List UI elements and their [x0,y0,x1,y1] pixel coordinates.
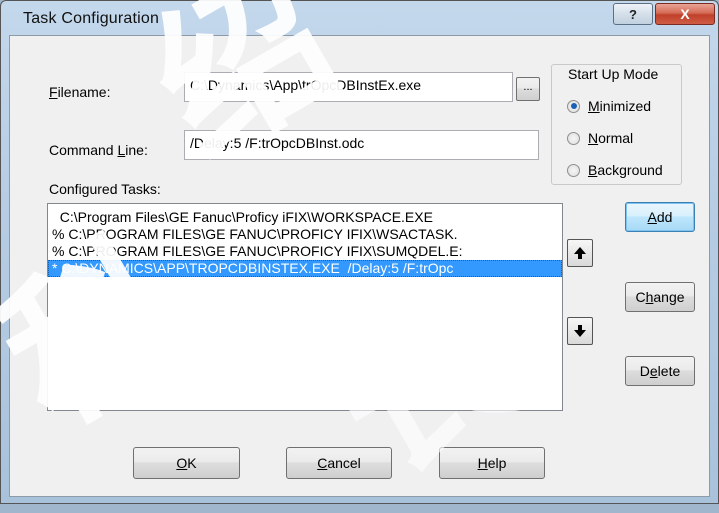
configured-tasks-label: Configured Tasks: [49,181,161,197]
help-icon: ? [629,6,637,22]
dialog-body: Filename: C:\Dynamics\App\trOpcDBInstEx.… [9,35,710,497]
change-label: Change [635,289,685,305]
radio-background[interactable]: Background [567,160,663,180]
radio-normal[interactable]: Normal [567,128,633,148]
command-line-field[interactable]: /Delay:5 /F:trOpcDBInst.odc [184,130,539,160]
radio-label: Minimized [588,98,652,114]
filename-field[interactable]: C:\Dynamics\App\trOpcDBInstEx.exe [184,72,513,102]
cancel-label: Cancel [317,455,361,471]
ok-button[interactable]: OK [133,447,240,479]
dialog-window: Task Configuration ? X Filename: C:\Dyna… [0,0,719,504]
browse-label: ... [523,81,533,93]
add-button[interactable]: Add [625,202,695,232]
delete-button[interactable]: Delete [625,356,695,386]
browse-button[interactable]: ... [516,77,540,101]
radio-indicator [567,131,580,145]
cancel-button[interactable]: Cancel [286,447,392,479]
arrow-down-icon [574,325,586,337]
list-item[interactable]: % C:\PROGRAM FILES\GE FANUC\PROFICY IFIX… [48,226,562,243]
radio-indicator [567,99,580,113]
add-label: Add [647,209,673,225]
change-button[interactable]: Change [625,282,695,312]
title-help-button[interactable]: ? [613,3,653,25]
help-button[interactable]: Help [439,447,545,479]
list-item[interactable]: C:\Program Files\GE Fanuc\Proficy iFIX\W… [48,209,562,226]
radio-minimized[interactable]: Minimized [567,96,651,116]
title-close-button[interactable]: X [655,3,715,25]
title-bar[interactable]: Task Configuration ? X [1,1,718,35]
radio-label: Background [588,162,663,178]
ok-label: OK [176,455,197,471]
delete-label: Delete [639,363,681,379]
filename-label: Filename: [49,84,111,100]
radio-label: Normal [588,130,634,146]
list-item-selected[interactable]: * C:\DYNAMICS\APP\TROPCDBINSTEX.EXE /Del… [48,260,562,277]
list-item[interactable]: % C:\PROGRAM FILES\GE FANUC\PROFICY IFIX… [48,243,562,260]
help-label: Help [477,455,507,471]
command-line-label: Command Line: [49,142,148,158]
radio-indicator [567,163,580,177]
move-down-button[interactable] [567,317,593,345]
configured-tasks-list[interactable]: C:\Program Files\GE Fanuc\Proficy iFIX\W… [47,203,563,411]
arrow-up-icon [574,247,586,259]
move-up-button[interactable] [567,239,593,267]
close-icon: X [680,6,690,22]
start-up-mode-title: Start Up Mode [566,66,661,82]
window-title: Task Configuration [23,10,160,27]
